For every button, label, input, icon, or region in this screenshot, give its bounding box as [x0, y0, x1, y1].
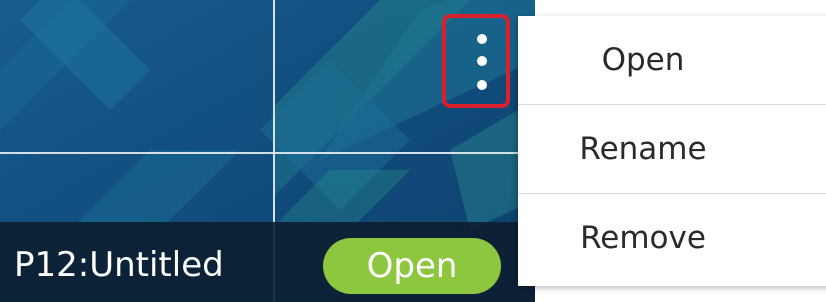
vertical-dots-icon — [477, 34, 487, 44]
open-project-button[interactable]: Open — [323, 238, 501, 294]
vertical-dots-icon — [477, 80, 487, 90]
project-thumbnail[interactable]: P12:Untitled Open — [0, 0, 535, 302]
grid-divider-horizontal — [0, 152, 535, 154]
menu-item-open[interactable]: Open — [518, 16, 826, 105]
screenshot-stage: P12:Untitled Open Open Rename Remove — [0, 0, 826, 302]
context-menu: Open Rename Remove — [518, 16, 826, 286]
menu-item-remove[interactable]: Remove — [518, 194, 826, 283]
more-options-button[interactable] — [442, 14, 510, 108]
project-name: P12:Untitled — [14, 245, 224, 285]
vertical-dots-icon — [477, 56, 487, 66]
menu-item-rename[interactable]: Rename — [518, 105, 826, 194]
